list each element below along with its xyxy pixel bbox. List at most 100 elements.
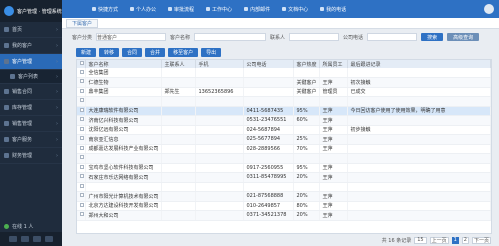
- table-cell: [161, 134, 196, 145]
- table-cell: 20%: [293, 191, 320, 202]
- checkbox[interactable]: [80, 79, 84, 84]
- checkbox[interactable]: [80, 193, 84, 198]
- top-menu-item[interactable]: 审批流程: [168, 6, 194, 13]
- checkbox[interactable]: [80, 61, 84, 65]
- table-row[interactable]: 仁德生物 关键客户 王萍 初次接触: [77, 77, 491, 88]
- row-select-cell[interactable]: [77, 182, 86, 192]
- column-header[interactable]: 所属员工: [319, 60, 348, 68]
- table-row[interactable]: 成都嘉达发展科技产业有限公司 028-2889566 70% 王萍: [77, 144, 491, 154]
- sidebar-item[interactable]: 销售合同 ›: [0, 84, 62, 100]
- sidebar-item[interactable]: 财务管理 ›: [0, 148, 62, 164]
- sidebar-item[interactable]: 首页 ›: [0, 22, 62, 38]
- sidebar-item[interactable]: 我的客户 ›: [0, 38, 62, 54]
- table-row[interactable]: 全信集团: [77, 68, 491, 78]
- checkbox[interactable]: [80, 88, 84, 93]
- checkbox[interactable]: [80, 98, 84, 103]
- checkbox[interactable]: [80, 183, 84, 188]
- toolbar-button[interactable]: 移至客户: [168, 47, 199, 57]
- customer-name-input[interactable]: [194, 33, 267, 41]
- top-menu-item[interactable]: 我的电话: [320, 6, 346, 13]
- table-row[interactable]: 大连康瑞软件有限公司 0411-5687435 95% 王萍 今日回访客户使用了使用效果…: [77, 106, 491, 116]
- row-select-cell[interactable]: [77, 96, 86, 107]
- next-page-button[interactable]: 下一页: [471, 236, 491, 244]
- page-2-button[interactable]: 2: [461, 236, 469, 244]
- table-row[interactable]: 济南亿兴科技有限公司 0531-23476551 60% 王萍: [77, 115, 491, 126]
- table-row[interactable]: 鼎丰集团 郑先生 13652365896 关键客户 管理员 已成交: [77, 87, 491, 97]
- avatar[interactable]: [484, 4, 494, 14]
- checkbox[interactable]: [80, 136, 84, 141]
- sidebar-item[interactable]: 客户列表 ›: [0, 70, 62, 84]
- row-select-cell[interactable]: [77, 144, 86, 154]
- table-row[interactable]: 南京亚汇信息 025-5677894 25% 王萍: [77, 134, 491, 145]
- category-select[interactable]: 普通客户: [96, 33, 167, 41]
- row-select-cell[interactable]: [77, 77, 86, 88]
- toolbar-button[interactable]: 新建: [76, 47, 97, 57]
- per-page-select[interactable]: 15: [414, 236, 427, 244]
- toolbar-button[interactable]: 导出: [201, 47, 222, 57]
- table-row[interactable]: [77, 182, 491, 192]
- column-header[interactable]: 客户热度: [293, 60, 320, 68]
- column-header[interactable]: 主联系人: [161, 60, 196, 68]
- top-menu-item[interactable]: 文档中心: [282, 6, 308, 13]
- table-row[interactable]: 广州市阳光计算机技术有限公司 021-87568888 20% 王萍: [77, 191, 491, 202]
- column-header[interactable]: 手机: [195, 60, 244, 68]
- top-menu-item[interactable]: 快捷方式: [92, 6, 118, 13]
- checkbox[interactable]: [80, 174, 84, 179]
- row-select-cell[interactable]: [77, 134, 86, 145]
- sidebar-item[interactable]: 客户服务 ›: [0, 132, 62, 148]
- checkbox[interactable]: [80, 69, 84, 74]
- row-select-cell[interactable]: [77, 68, 86, 78]
- row-select-cell[interactable]: [77, 153, 86, 164]
- row-select-cell[interactable]: [77, 172, 86, 183]
- search-button[interactable]: 搜索: [421, 33, 444, 41]
- row-select-cell[interactable]: [77, 201, 86, 211]
- advanced-search-button[interactable]: 高级查询: [447, 33, 480, 41]
- checkbox[interactable]: [80, 202, 84, 207]
- settings-icon[interactable]: [33, 236, 41, 242]
- row-select-cell[interactable]: [77, 106, 86, 116]
- tab-subordinate-customers[interactable]: 下属客户: [66, 18, 99, 28]
- top-menu-item[interactable]: 内部邮件: [244, 6, 270, 13]
- checkbox[interactable]: [80, 107, 84, 112]
- checkbox[interactable]: [80, 212, 84, 217]
- table-cell: [195, 172, 244, 183]
- toolbar-button[interactable]: 合同: [122, 47, 143, 57]
- checkbox[interactable]: [80, 145, 84, 150]
- message-icon[interactable]: [21, 236, 29, 242]
- row-select-cell[interactable]: [77, 115, 86, 126]
- row-select-cell[interactable]: [77, 125, 86, 135]
- row-select-cell[interactable]: [77, 210, 86, 221]
- toolbar-button[interactable]: 转移: [99, 47, 120, 57]
- top-menu-item[interactable]: 个人办公: [130, 6, 156, 13]
- checkbox[interactable]: [80, 164, 84, 169]
- logout-icon[interactable]: [45, 236, 53, 242]
- top-menu-item[interactable]: 工作中心: [206, 6, 232, 13]
- table-cell: 王萍: [319, 144, 348, 154]
- select-all-header[interactable]: [77, 60, 86, 68]
- toolbar-button[interactable]: 合并: [145, 47, 166, 57]
- table-row[interactable]: [77, 153, 491, 164]
- checkbox[interactable]: [80, 117, 84, 122]
- contact-input[interactable]: [289, 33, 340, 41]
- column-header[interactable]: 最后跟进记录: [347, 60, 491, 68]
- page-1-button[interactable]: 1: [451, 236, 459, 244]
- sidebar-item[interactable]: 库存管理 ›: [0, 100, 62, 116]
- column-header[interactable]: 客户名称: [85, 60, 162, 68]
- sidebar-item[interactable]: 客户管理 ›: [0, 54, 62, 70]
- checkbox[interactable]: [80, 126, 84, 131]
- column-header[interactable]: 公司电话: [243, 60, 294, 68]
- table-row[interactable]: 石家庄市乐达网络有限公司 0311-85478995 20% 王萍: [77, 172, 491, 183]
- table-row[interactable]: 郑州大和公司 0371-34521378 20% 王萍: [77, 210, 491, 221]
- checkbox[interactable]: [80, 155, 84, 160]
- table-row[interactable]: 北京方达建设科技开发有限公司 010-2649857 80% 王萍: [77, 201, 491, 211]
- home-icon[interactable]: [9, 236, 17, 242]
- sidebar-item[interactable]: 销售管理 ›: [0, 116, 62, 132]
- phone-input[interactable]: [367, 33, 418, 41]
- row-select-cell[interactable]: [77, 191, 86, 202]
- table-row[interactable]: [77, 96, 491, 107]
- table-row[interactable]: 沈阳亿远有限公司 024-5687894 王萍 初步接触: [77, 125, 491, 135]
- prev-page-button[interactable]: 上一页: [429, 236, 449, 244]
- row-select-cell[interactable]: [77, 163, 86, 173]
- table-row[interactable]: 宝鸡市坚心软件科技有限公司 0917-2560955 95% 王萍: [77, 163, 491, 173]
- row-select-cell[interactable]: [77, 87, 86, 97]
